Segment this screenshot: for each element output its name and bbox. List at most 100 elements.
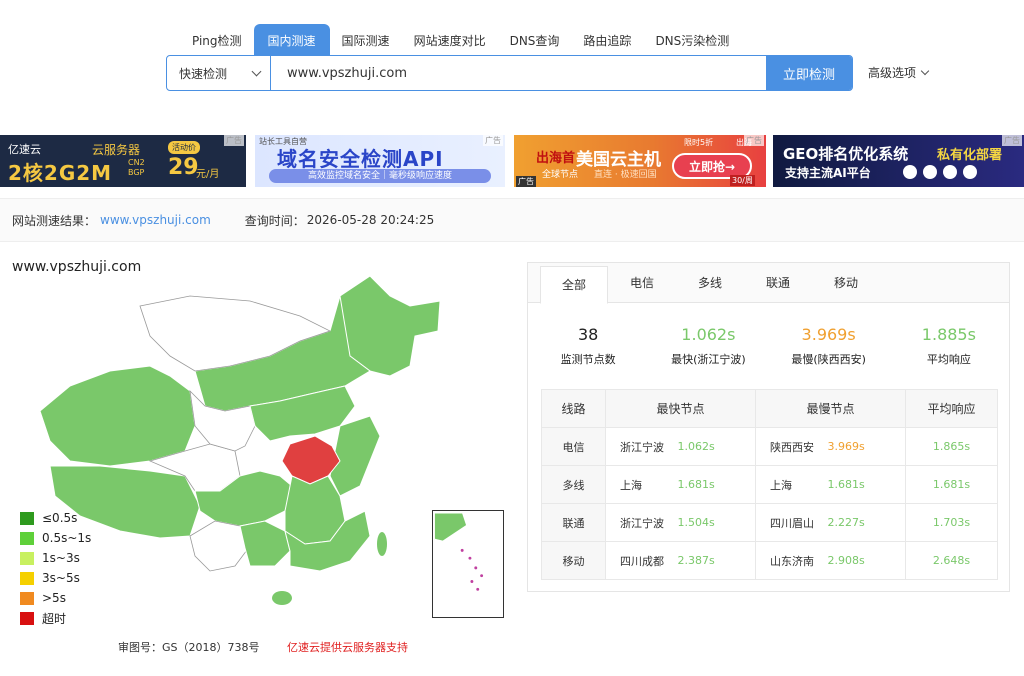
legend-label: 0.5s~1s xyxy=(42,531,92,545)
tab-ping[interactable]: Ping检测 xyxy=(180,24,254,56)
ad-cloud-server[interactable]: 亿速云 云服务器 活动价 2核2G2M CN2 BGP 29 元/月 广告 xyxy=(0,135,246,187)
tab-unicom[interactable]: 联通 xyxy=(744,263,812,302)
tab-dns-pollution[interactable]: DNS污染检测 xyxy=(643,24,741,56)
stat-value: 1.062s xyxy=(681,325,736,344)
stats-panel: 全部 电信 多线 联通 移动 38 监测节点数 1.062s 最快(浙江宁波) … xyxy=(527,262,1010,592)
stat-caption: 最快(浙江宁波) xyxy=(671,353,746,366)
legend-label: 1s~3s xyxy=(42,551,80,565)
province-guangxi xyxy=(239,520,291,567)
table-row: 多线 上海 1.681s 上海 1.681s 1.681s xyxy=(541,465,998,504)
ad-headline-prefix: 出海首 xyxy=(536,151,576,166)
map-title: www.vpszhuji.com xyxy=(12,259,142,275)
legend-swatch xyxy=(20,571,34,585)
tab-domestic-speed[interactable]: 国内测速 xyxy=(253,24,330,56)
south-china-sea-inset xyxy=(432,510,504,618)
url-input[interactable] xyxy=(271,56,766,90)
stat-value: 1.885s xyxy=(921,325,976,344)
ad-domain-api[interactable]: 站长工具自营 域名安全检测API 高效监控域名安全｜毫秒级响应速度 广告 xyxy=(255,135,505,187)
ad-geo-system[interactable]: GEO排名优化系统 私有化部署 支持主流AI平台 广告 xyxy=(773,135,1024,187)
ad-line-2: 直连 · 极速回国 xyxy=(594,170,657,180)
ai-logo-icon xyxy=(963,165,977,179)
tab-all[interactable]: 全部 xyxy=(540,266,608,304)
map-footer: 审图号：GS（2018）738号 亿速云提供云服务器支持 xyxy=(118,639,408,655)
server-support-link[interactable]: 亿速云提供云服务器支持 xyxy=(287,641,408,654)
advanced-options-toggle[interactable]: 高级选项 xyxy=(868,64,930,81)
col-slowest-node: 最慢节点 xyxy=(755,389,906,428)
stat-caption: 监测节点数 xyxy=(560,353,616,366)
ai-logo-icon xyxy=(923,165,937,179)
cell-line: 移动 xyxy=(541,541,606,580)
tab-telecom[interactable]: 电信 xyxy=(608,263,676,302)
advanced-options-label: 高级选项 xyxy=(868,66,917,80)
ad-us-cloud[interactable]: 出海首 美国云主机 全球节点 直连 · 极速回国 限时5折 出海 立即抢→ 30… xyxy=(514,135,766,187)
cell-fast-node: 浙江宁波 xyxy=(605,503,678,542)
table-header-row: 线路 最快节点 最慢节点 平均响应 xyxy=(541,389,998,428)
col-average: 平均响应 xyxy=(905,389,998,428)
tab-dns-query[interactable]: DNS查询 xyxy=(498,24,572,56)
cell-avg: 1.865s xyxy=(905,427,998,466)
cell-line: 联通 xyxy=(541,503,606,542)
isp-tabs: 全部 电信 多线 联通 移动 xyxy=(528,263,1009,304)
query-time-label: 查询时间： xyxy=(244,213,305,228)
tab-multiline[interactable]: 多线 xyxy=(676,263,744,302)
ad-price-unit: 元/月 xyxy=(196,169,220,180)
col-line: 线路 xyxy=(541,389,606,428)
mode-select[interactable]: 快速检测 xyxy=(167,56,271,90)
cell-slow-node: 山东济南 xyxy=(755,541,828,580)
stat-value: 38 xyxy=(577,325,599,344)
cell-line: 多线 xyxy=(541,465,606,504)
ad-spec: 2核2G2M xyxy=(8,161,113,185)
map-approval-number: 审图号：GS（2018）738号 xyxy=(118,641,260,654)
legend-swatch xyxy=(20,511,34,525)
result-summary: 网站测速结果： www.vpszhuji.com 查询时间： 2026-05-2… xyxy=(0,198,1024,242)
col-fastest-node: 最快节点 xyxy=(605,389,756,428)
legend-label: 超时 xyxy=(42,611,67,626)
legend-item: 超时 xyxy=(20,608,91,628)
ad-badge: 私有化部署 xyxy=(937,148,1003,163)
cell-slow-node: 陕西西安 xyxy=(755,427,828,466)
legend-swatch xyxy=(20,551,34,565)
legend-item: ≤0.5s xyxy=(20,508,91,528)
inset-islands xyxy=(460,548,484,591)
ad-limit: 限时5折 xyxy=(684,138,714,147)
cell-slow-time: 2.227s xyxy=(827,503,906,542)
cell-slow-time: 3.969s xyxy=(827,427,906,466)
speed-legend: ≤0.5s 0.5s~1s 1s~3s 3s~5s >5s 超时 xyxy=(20,508,91,628)
cell-slow-node: 四川眉山 xyxy=(755,503,828,542)
cell-slow-time: 1.681s xyxy=(827,465,906,504)
result-label: 网站测速结果： xyxy=(12,213,97,228)
tab-site-compare[interactable]: 网站速度对比 xyxy=(402,24,498,56)
stat-caption: 最慢(陕西西安) xyxy=(791,353,866,366)
cell-fast-node: 上海 xyxy=(605,465,678,504)
search-bar: 快速检测 立即检测 xyxy=(166,55,853,91)
ad-count: 30/周 xyxy=(730,175,755,186)
ad-price: 29 xyxy=(168,155,199,180)
cell-slow-time: 2.908s xyxy=(827,541,906,580)
start-test-button[interactable]: 立即检测 xyxy=(766,56,852,90)
result-site-link[interactable]: www.vpszhuji.com xyxy=(100,213,211,227)
ad-tag: 广告 xyxy=(1002,135,1022,146)
chevron-down-icon xyxy=(920,66,930,76)
tab-traceroute[interactable]: 路由追踪 xyxy=(571,24,643,56)
cell-fast-node: 四川成都 xyxy=(605,541,678,580)
cell-avg: 2.648s xyxy=(905,541,998,580)
tab-international-speed[interactable]: 国际测速 xyxy=(330,24,402,56)
ad-title: GEO排名优化系统 xyxy=(783,145,909,163)
ad-subtitle: 高效监控域名安全｜毫秒级响应速度 xyxy=(269,169,491,183)
ad-title: 域名安全检测API xyxy=(277,147,444,171)
legend-label: ≤0.5s xyxy=(42,511,78,525)
legend-item: 0.5s~1s xyxy=(20,528,91,548)
legend-label: 3s~5s xyxy=(42,571,80,585)
tab-mobile[interactable]: 移动 xyxy=(812,263,880,302)
ad-tag: 广告 xyxy=(483,135,503,146)
cell-fast-time: 2.387s xyxy=(677,541,756,580)
cell-avg: 1.681s xyxy=(905,465,998,504)
top-tabs: Ping检测 国内测速 国际测速 网站速度对比 DNS查询 路由追踪 DNS污染… xyxy=(180,24,741,56)
ad-tag: 广告 xyxy=(224,135,244,146)
table-row: 移动 四川成都 2.387s 山东济南 2.908s 2.648s xyxy=(541,541,998,580)
isp-results-table: 线路 最快节点 最慢节点 平均响应 电信 浙江宁波 1.062s 陕西西安 3.… xyxy=(541,389,998,580)
ad-promo-badge: 活动价 xyxy=(168,141,200,154)
ai-logo-icon xyxy=(943,165,957,179)
ad-subtitle: 支持主流AI平台 xyxy=(785,166,871,180)
cell-line: 电信 xyxy=(541,427,606,466)
